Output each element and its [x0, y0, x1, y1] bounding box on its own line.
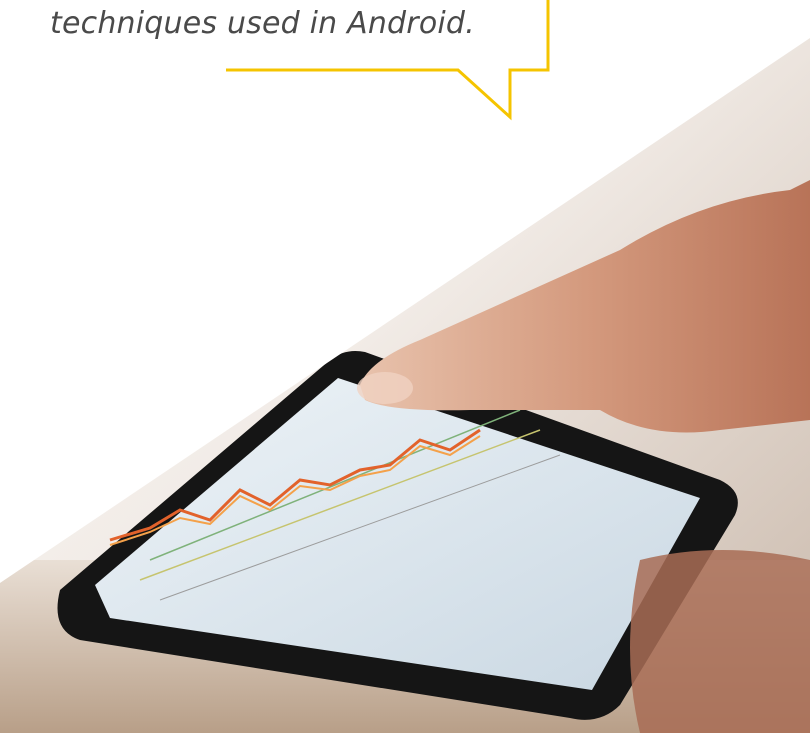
hand-phone-photo	[0, 38, 810, 733]
page: techniques used in Android.	[0, 0, 810, 733]
